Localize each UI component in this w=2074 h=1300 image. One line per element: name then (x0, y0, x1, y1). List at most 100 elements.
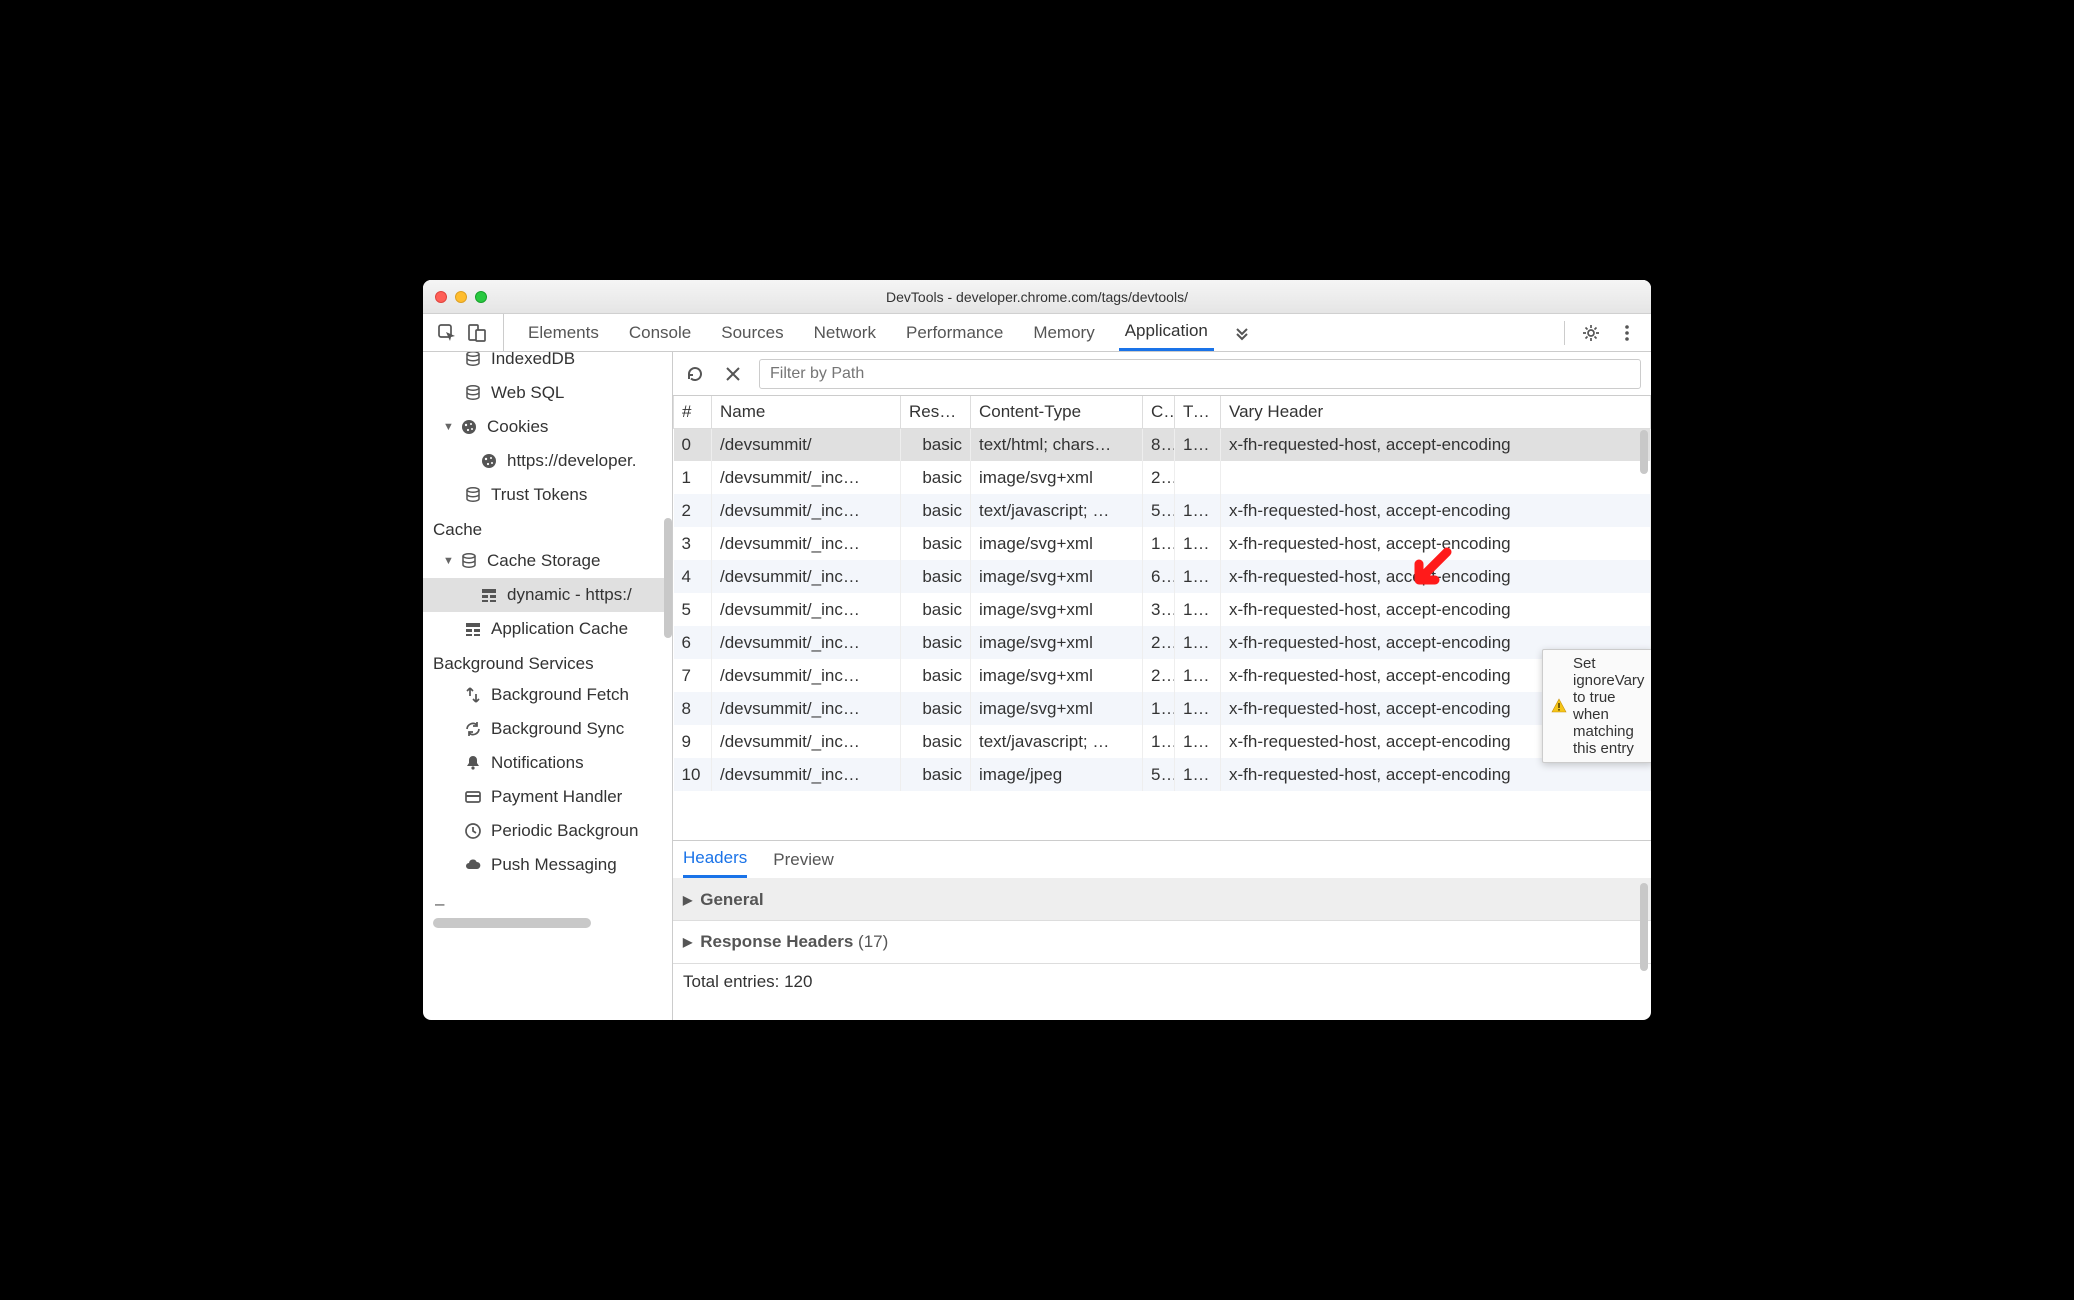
tab-network[interactable]: Network (808, 314, 882, 351)
header-time[interactable]: Ti… (1175, 396, 1221, 428)
sidebar-item-periodic[interactable]: Periodic Backgroun (423, 814, 672, 848)
details-section-response-headers[interactable]: ▶ Response Headers (17) (673, 921, 1651, 963)
table-cell: text/html; chars… (971, 428, 1143, 461)
devtools-window: DevTools - developer.chrome.com/tags/dev… (423, 280, 1651, 1020)
table-row[interactable]: 8/devsummit/_inc…basicimage/svg+xml1…1…x… (674, 692, 1651, 725)
table-cell: 1… (1175, 659, 1221, 692)
tooltip-text: Set ignoreVary to true when matching thi… (1573, 655, 1644, 757)
table-cell: basic (901, 626, 971, 659)
header-name[interactable]: Name (712, 396, 901, 428)
sidebar-item-bgfetch[interactable]: Background Fetch (423, 678, 672, 712)
sidebar-item-cachestorage-dynamic[interactable]: dynamic - https:/ (423, 578, 672, 612)
chevron-down-icon: ▼ (443, 555, 455, 567)
table-cell: /devsummit/_inc… (712, 725, 901, 758)
header-content-type[interactable]: Content-Type (971, 396, 1143, 428)
table-cell: 2 (674, 494, 712, 527)
sidebar-h-scrollbar[interactable] (433, 918, 591, 928)
sidebar-item-trusttokens[interactable]: Trust Tokens (423, 478, 672, 512)
table-row[interactable]: 7/devsummit/_inc…basicimage/svg+xml2…1…x… (674, 659, 1651, 692)
table-cell: /devsummit/_inc… (712, 626, 901, 659)
table-cell: /devsummit/_inc… (712, 758, 901, 791)
table-cell: basic (901, 758, 971, 791)
tab-elements[interactable]: Elements (522, 314, 605, 351)
sidebar-item-label: Cookies (487, 417, 548, 437)
table-row[interactable]: 3/devsummit/_inc…basicimage/svg+xml1…1…x… (674, 527, 1651, 560)
database-icon (459, 552, 479, 570)
sidebar-item-push[interactable]: Push Messaging (423, 848, 672, 882)
table-cell: 3 (674, 527, 712, 560)
kebab-menu-icon[interactable] (1617, 323, 1637, 343)
header-response[interactable]: Res… (901, 396, 971, 428)
table-row[interactable]: 4/devsummit/_inc…basicimage/svg+xml6…1…x… (674, 560, 1651, 593)
tab-application[interactable]: Application (1119, 314, 1214, 351)
sidebar-item-websql[interactable]: Web SQL (423, 376, 672, 410)
table-row[interactable]: 5/devsummit/_inc…basicimage/svg+xml3…1…x… (674, 593, 1651, 626)
settings-icon[interactable] (1581, 323, 1601, 343)
tab-performance[interactable]: Performance (900, 314, 1009, 351)
table-row[interactable]: 2/devsummit/_inc…basictext/javascript; …… (674, 494, 1651, 527)
table-cell: image/svg+xml (971, 626, 1143, 659)
sidebar-item-label: Background Sync (491, 719, 624, 739)
bell-icon (463, 754, 483, 772)
clock-icon (463, 822, 483, 840)
table-row[interactable]: 9/devsummit/_inc…basictext/javascript; …… (674, 725, 1651, 758)
details-tab-preview[interactable]: Preview (773, 841, 833, 878)
sidebar-item-appcache[interactable]: Application Cache (423, 612, 672, 646)
device-toolbar-icon[interactable] (467, 323, 487, 343)
table-row[interactable]: 1/devsummit/_inc…basicimage/svg+xml2… (674, 461, 1651, 494)
header-num[interactable]: # (674, 396, 712, 428)
window-title: DevTools - developer.chrome.com/tags/dev… (423, 289, 1651, 305)
table-cell: 0 (674, 428, 712, 461)
table-cell: 1 (674, 461, 712, 494)
table-cell: 4 (674, 560, 712, 593)
main-panel: # Name Res… Content-Type C.. Ti… Vary He… (673, 352, 1651, 1020)
sync-icon (463, 720, 483, 738)
table-cell: image/svg+xml (971, 461, 1143, 494)
sidebar-item-cookies[interactable]: ▼ Cookies (423, 410, 672, 444)
clear-button[interactable] (721, 362, 745, 386)
cache-toolbar (673, 352, 1651, 396)
table-cell: /devsummit/_inc… (712, 461, 901, 494)
table-cell: x-fh-requested-host, accept-encoding (1221, 593, 1651, 626)
sidebar-item-payhandler[interactable]: Payment Handler (423, 780, 672, 814)
filter-input[interactable] (759, 359, 1641, 389)
table-cell: basic (901, 692, 971, 725)
details-v-scrollbar[interactable] (1640, 883, 1648, 971)
table-cell: image/svg+xml (971, 593, 1143, 626)
sidebar-item-cookies-origin[interactable]: https://developer. (423, 444, 672, 478)
fetch-icon (463, 686, 483, 704)
sidebar-item-notifications[interactable]: Notifications (423, 746, 672, 780)
table-cell: 7 (674, 659, 712, 692)
table-cell: basic (901, 593, 971, 626)
sidebar-item-label: Push Messaging (491, 855, 617, 875)
table-cell (1221, 461, 1651, 494)
table-cell: basic (901, 428, 971, 461)
section-count: (17) (858, 932, 888, 952)
tab-sources[interactable]: Sources (715, 314, 789, 351)
details-tab-headers[interactable]: Headers (683, 841, 747, 878)
sidebar-item-bgsync[interactable]: Background Sync (423, 712, 672, 746)
tab-console[interactable]: Console (623, 314, 697, 351)
header-content-length[interactable]: C.. (1143, 396, 1175, 428)
more-tabs-icon[interactable] (1232, 323, 1252, 343)
table-row[interactable]: 6/devsummit/_inc…basicimage/svg+xml2…1…x… (674, 626, 1651, 659)
sidebar-item-cachestorage[interactable]: ▼ Cache Storage (423, 544, 672, 578)
refresh-button[interactable] (683, 362, 707, 386)
inspect-element-icon[interactable] (437, 323, 457, 343)
details-section-general[interactable]: ▶ General (673, 879, 1651, 921)
header-vary[interactable]: Vary Header (1221, 396, 1651, 428)
table-row[interactable]: 10/devsummit/_inc…basicimage/jpeg5…1…x-f… (674, 758, 1651, 791)
cloud-icon (463, 856, 483, 874)
table-cell: 1… (1175, 758, 1221, 791)
table-v-scrollbar[interactable] (1640, 430, 1648, 474)
table-cell: 10 (674, 758, 712, 791)
tab-memory[interactable]: Memory (1027, 314, 1100, 351)
vary-tooltip: Set ignoreVary to true when matching thi… (1542, 649, 1651, 763)
table-cell: 5 (674, 593, 712, 626)
sidebar-item-indexeddb[interactable]: IndexedDB (423, 352, 672, 376)
cookie-icon (459, 418, 479, 436)
database-icon (463, 384, 483, 402)
table-row[interactable]: 0/devsummit/basictext/html; chars…8…1…x-… (674, 428, 1651, 461)
sidebar-section-bg: Background Services (423, 646, 672, 678)
sidebar-item-label: IndexedDB (491, 352, 575, 369)
